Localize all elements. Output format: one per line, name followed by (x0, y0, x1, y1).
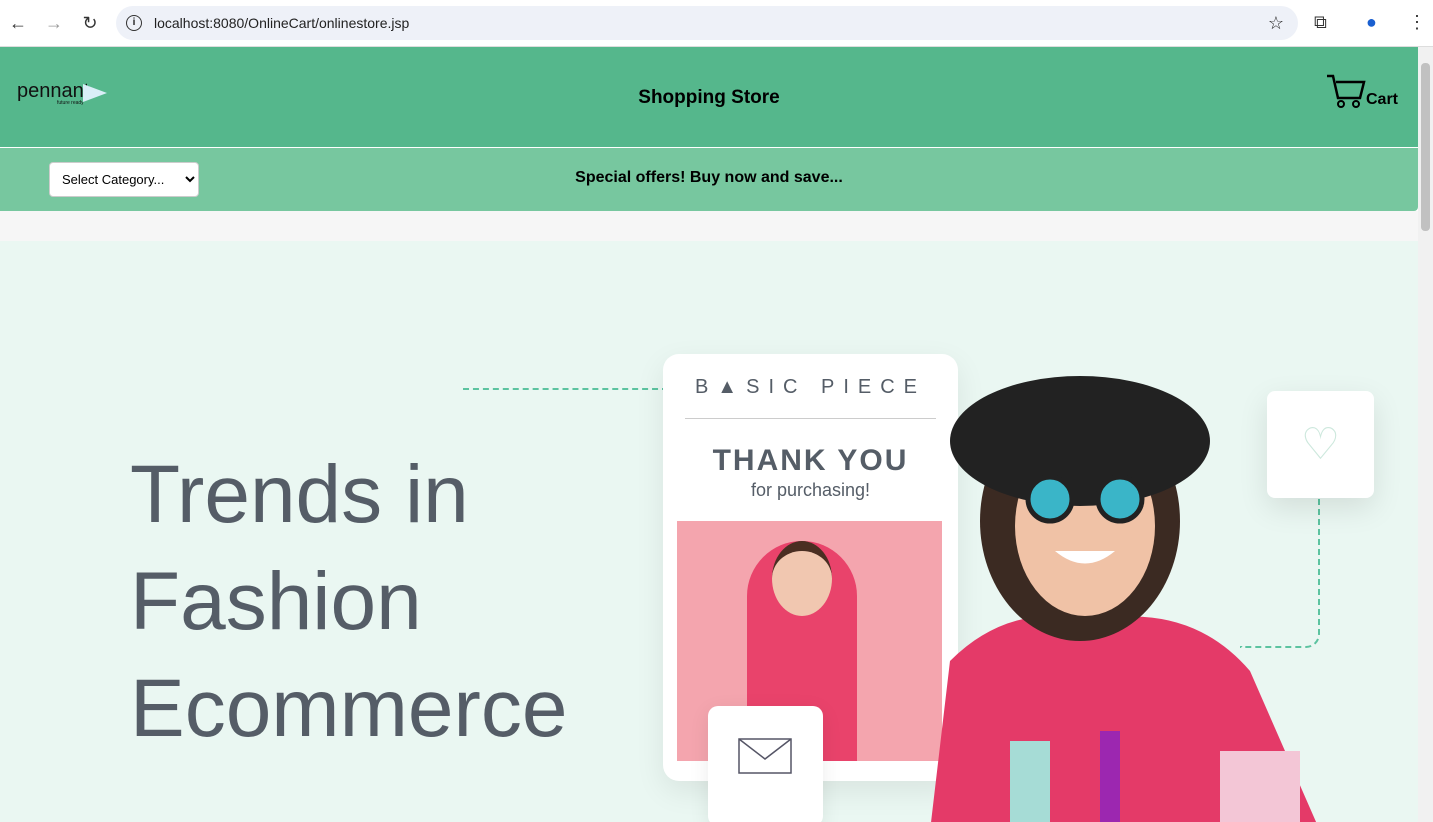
profile-icon[interactable]: ● (1366, 12, 1377, 33)
woman-with-bags-image (931, 376, 1317, 822)
reload-icon[interactable]: ↻ (72, 13, 108, 34)
envelope-icon (738, 738, 792, 774)
scrollbar[interactable] (1418, 47, 1433, 822)
address-bar[interactable]: i localhost:8080/OnlineCart/onlinestore.… (116, 6, 1298, 40)
extensions-icon[interactable]: ⧉ (1314, 12, 1327, 33)
category-bar: Select Category... Special offers! Buy n… (0, 148, 1418, 211)
scrollbar-thumb[interactable] (1421, 63, 1430, 231)
browser-toolbar: ← → ↻ i localhost:8080/OnlineCart/online… (0, 0, 1433, 47)
url-text: localhost:8080/OnlineCart/onlinestore.js… (154, 15, 410, 31)
special-offer-text: Special offers! Buy now and save... (575, 169, 843, 186)
mail-tile (708, 706, 823, 822)
cart-link[interactable]: Cart (1326, 73, 1398, 109)
arrow-decoration (463, 388, 668, 390)
spacer (0, 211, 1418, 241)
site-header: pennant future ready Shopping Store Cart (0, 47, 1418, 147)
forward-icon[interactable]: → (36, 13, 72, 34)
back-icon[interactable]: ← (0, 13, 36, 34)
hero-line: Fashion (130, 556, 422, 647)
bookmark-star-icon[interactable]: ☆ (1268, 13, 1284, 34)
hero-line: Ecommerce (130, 663, 568, 754)
page-title: Shopping Store (638, 87, 780, 108)
heart-icon[interactable]: ♡ (1267, 391, 1374, 498)
site-info-icon[interactable]: i (126, 15, 142, 31)
hero-heading: Trends in Fashion Ecommerce (130, 441, 567, 762)
menu-icon[interactable]: ⋮ (1408, 12, 1426, 33)
hero-line: Trends in (130, 449, 469, 540)
cart-icon (1326, 74, 1366, 108)
cart-label: Cart (1365, 91, 1398, 108)
model-face (772, 541, 832, 616)
hero-banner: Trends in Fashion Ecommerce B▲SIC PIECE … (0, 241, 1418, 822)
